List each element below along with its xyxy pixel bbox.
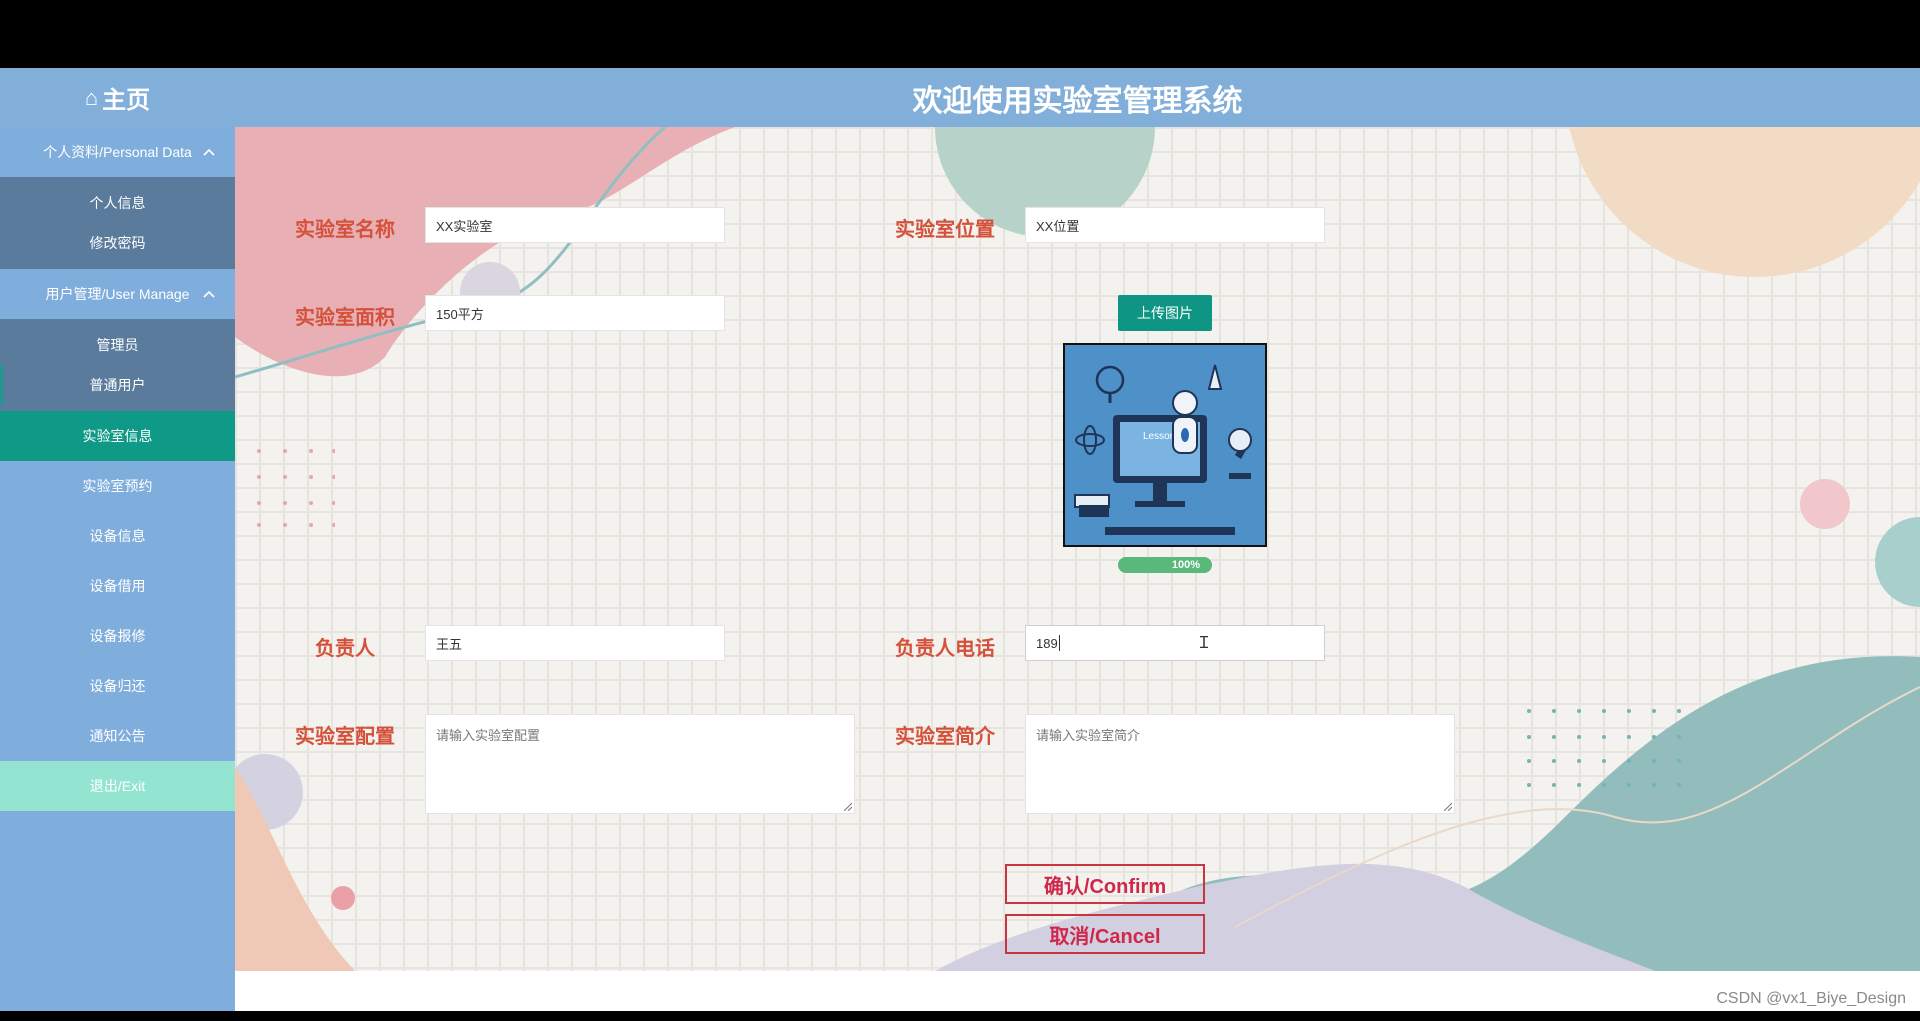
text-caret [1058, 635, 1060, 651]
sidebar-item-device-repair[interactable]: 设备报修 [0, 611, 235, 661]
lab-intro-label: 实验室简介 [895, 726, 995, 748]
main-content: 实验室名称 XX实验室 实验室位置 XX位置 实验室面积 150平方 上传图片 … [235, 127, 1920, 971]
lab-intro-textarea[interactable]: 请输入实验室简介 [1025, 714, 1455, 814]
sidebar-group-label: 个人资料/Personal Data [43, 144, 192, 160]
sidebar-item-device-return[interactable]: 设备归还 [0, 661, 235, 711]
submenu-user-manage: 管理员 普通用户 [0, 319, 235, 411]
lab-name-input[interactable]: XX实验室 [425, 207, 725, 243]
manager-label: 负责人 [315, 638, 375, 660]
upload-progress-bar: 100% [1118, 557, 1212, 573]
lab-image-preview: Lesson 1 [1063, 343, 1267, 547]
sidebar-group-label: 用户管理/User Manage [45, 286, 190, 302]
home-label: 主页 [102, 87, 151, 114]
confirm-button[interactable]: 确认/Confirm [1005, 864, 1205, 904]
watermark: CSDN @vx1_Biye_Design [1716, 990, 1906, 1007]
lab-area-value: 150平方 [436, 306, 484, 322]
robot-teacher-illustration: Lesson 1 [1065, 345, 1265, 545]
sidebar-item-personal-info[interactable]: 个人信息 [0, 183, 235, 223]
resize-grip-icon[interactable] [1442, 801, 1452, 811]
lab-config-textarea[interactable]: 请输入实验室配置 [425, 714, 855, 814]
home-link[interactable]: ⌂ 主页 [0, 68, 235, 127]
sidebar-item-change-password[interactable]: 修改密码 [0, 223, 235, 263]
upload-progress-text: 100% [1171, 559, 1200, 571]
chevron-up-icon [203, 148, 215, 156]
sidebar-item-admin[interactable]: 管理员 [0, 325, 235, 365]
lab-intro-placeholder: 请输入实验室简介 [1036, 728, 1141, 743]
manager-phone-value: 189 [1036, 635, 1058, 651]
manager-phone-input[interactable]: 189 [1025, 625, 1325, 661]
chevron-up-icon [203, 290, 215, 298]
submenu-personal-data: 个人信息 修改密码 [0, 177, 235, 269]
sidebar-item-exit[interactable]: 退出/Exit [0, 761, 235, 811]
sidebar: 个人资料/Personal Data 个人信息 修改密码 用户管理/User M… [0, 127, 235, 1021]
text-cursor-icon: Ｉ [1196, 635, 1213, 652]
sidebar-item-lab-info[interactable]: 实验室信息 [0, 411, 235, 461]
dot-grid-right [1527, 709, 1681, 787]
manager-input[interactable]: 王五 [425, 625, 725, 661]
top-black-bar [0, 0, 1920, 68]
page-title: 欢迎使用实验室管理系统 [912, 84, 1243, 118]
lab-config-placeholder: 请输入实验室配置 [436, 728, 541, 743]
bottom-black-bar [0, 1011, 1920, 1021]
sidebar-item-regular-user[interactable]: 普通用户 [0, 365, 235, 405]
upload-image-button[interactable]: 上传图片 [1118, 295, 1212, 331]
home-icon: ⌂ [84, 84, 99, 110]
lab-config-label: 实验室配置 [295, 726, 395, 748]
manager-value: 王五 [436, 636, 463, 652]
background-decoration [235, 127, 1920, 971]
dot-grid-left [257, 449, 335, 527]
sidebar-item-lab-reservation[interactable]: 实验室预约 [0, 461, 235, 511]
lab-location-label: 实验室位置 [895, 219, 995, 241]
cancel-button[interactable]: 取消/Cancel [1005, 914, 1205, 954]
app-header: ⌂ 主页 欢迎使用实验室管理系统 [0, 68, 1920, 127]
lab-name-value: XX实验室 [436, 218, 493, 234]
lab-area-input[interactable]: 150平方 [425, 295, 725, 331]
resize-grip-icon[interactable] [842, 801, 852, 811]
lab-name-label: 实验室名称 [295, 219, 395, 241]
content-footer [235, 971, 1920, 1011]
sidebar-group-personal-data[interactable]: 个人资料/Personal Data [0, 127, 235, 177]
sidebar-item-device-borrow[interactable]: 设备借用 [0, 561, 235, 611]
manager-phone-label: 负责人电话 [895, 638, 995, 660]
sidebar-group-user-manage[interactable]: 用户管理/User Manage [0, 269, 235, 319]
lab-area-label: 实验室面积 [295, 307, 395, 329]
lab-location-input[interactable]: XX位置 [1025, 207, 1325, 243]
lab-location-value: XX位置 [1036, 218, 1080, 234]
sidebar-item-notice[interactable]: 通知公告 [0, 711, 235, 761]
sidebar-item-device-info[interactable]: 设备信息 [0, 511, 235, 561]
